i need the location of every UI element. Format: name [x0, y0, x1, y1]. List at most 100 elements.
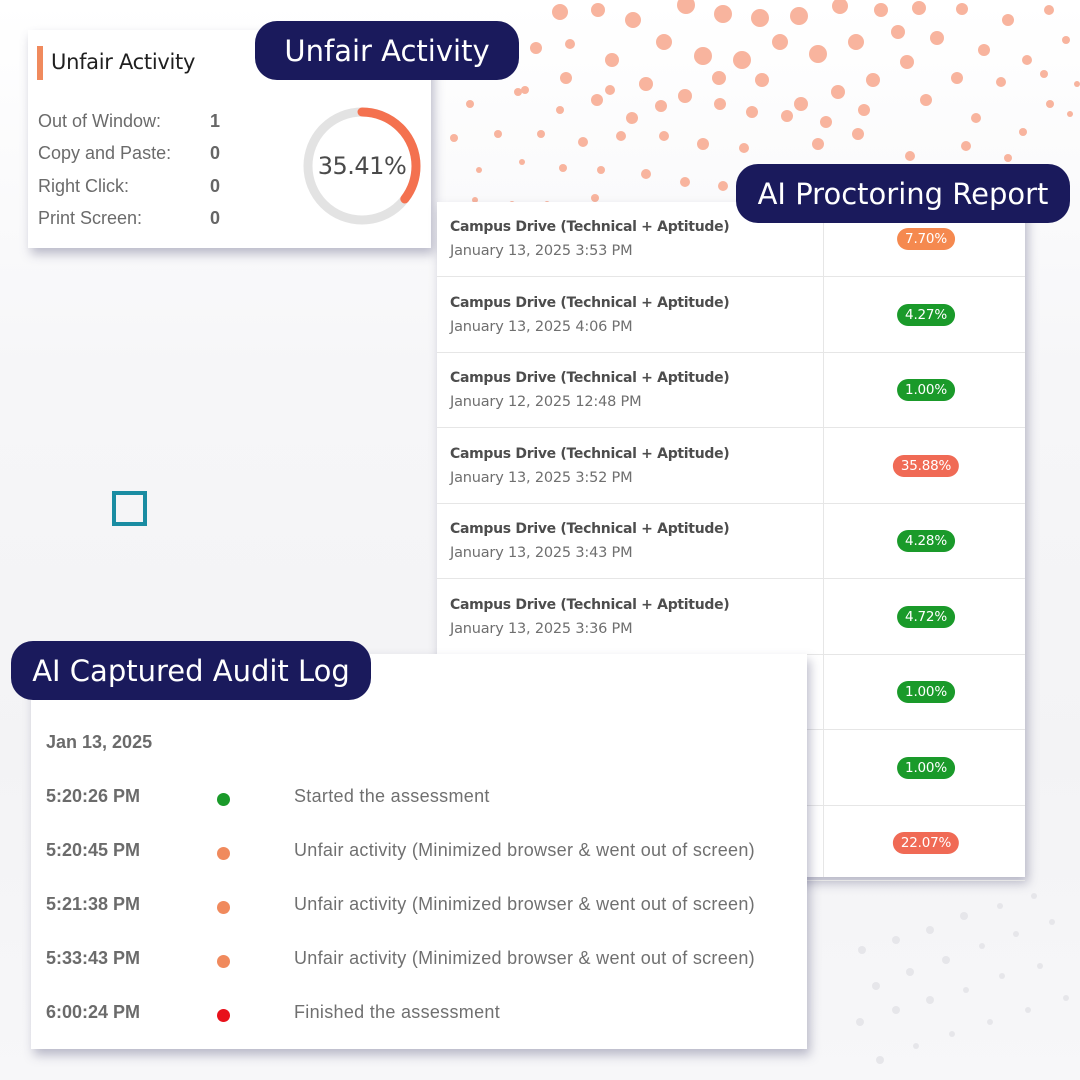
entry-time: 5:21:38 PM [46, 894, 141, 914]
entry-event: Finished the assessment [294, 1002, 500, 1022]
print-screen-row: Print Screen: 0 [38, 208, 220, 229]
decorative-dot [559, 164, 567, 172]
decorative-dot [1022, 55, 1032, 65]
audit-log-entry: 6:00:24 PM Finished the assessment [31, 1002, 807, 1028]
decorative-dot [655, 100, 667, 112]
decorative-dot [996, 77, 1006, 87]
decorative-dot [1025, 1007, 1031, 1013]
decorative-dot [876, 1056, 884, 1064]
entry-event: Started the assessment [294, 786, 490, 806]
decorative-dot [514, 88, 522, 96]
decorative-dot [1049, 919, 1055, 925]
decorative-dot [906, 968, 914, 976]
decorative-dot [999, 973, 1005, 979]
score-badge: 1.00% [897, 681, 955, 703]
unfair-activity-pill: Unfair Activity [255, 21, 519, 80]
decorative-dot [1062, 36, 1070, 44]
decorative-dot [560, 72, 572, 84]
decorative-dot [694, 47, 712, 65]
decorative-dot [659, 131, 669, 141]
decorative-dot [971, 113, 981, 123]
decorative-dot [978, 44, 990, 56]
decorative-dot [979, 943, 985, 949]
out-of-window-row: Out of Window: 1 [38, 111, 220, 132]
decorative-dot [1002, 14, 1014, 26]
audit-log-panel: Jan 13, 2025 5:20:26 PM Started the asses… [31, 654, 807, 1049]
score-badge: 1.00% [897, 756, 955, 779]
entry-event: Unfair activity (Minimized browser & wen… [294, 840, 755, 860]
entry-event: Unfair activity (Minimized browser & wen… [294, 948, 755, 968]
entry-event: Unfair activity (Minimized browser & wen… [294, 894, 755, 914]
decorative-dot [641, 169, 651, 179]
right-click-value: 0 [210, 176, 221, 196]
decorative-dot [565, 39, 575, 49]
decorative-dot [697, 138, 709, 150]
assessment-date: January 13, 2025 3:36 PM [450, 620, 633, 637]
report-row[interactable]: Campus Drive (Technical + Aptitude) Janua… [437, 579, 1025, 655]
decorative-dot [912, 1, 926, 15]
decorative-dot [556, 106, 564, 114]
decorative-dot [714, 5, 732, 23]
decorative-dot [1037, 963, 1043, 969]
audit-log-date: Jan 13, 2025 [46, 732, 153, 752]
decorative-dot [678, 89, 692, 103]
decorative-dot [751, 9, 769, 27]
decorative-dot [616, 131, 626, 141]
decorative-dot [812, 138, 824, 150]
decorative-dot [591, 3, 605, 17]
audit-log-entry: 5:20:26 PM Started the assessment [31, 786, 807, 812]
print-screen-value: 0 [210, 208, 221, 228]
decorative-dot [809, 45, 827, 63]
entry-time: 5:20:45 PM [46, 840, 141, 860]
decorative-dot [963, 987, 969, 993]
decorative-dot [1031, 893, 1037, 899]
score-badge: 1.00% [897, 379, 955, 401]
decorative-dot [625, 12, 641, 28]
score-badge: 4.28% [897, 530, 955, 552]
decorative-dot [656, 34, 672, 50]
decorative-dot [466, 100, 474, 108]
decorative-dot [626, 112, 638, 124]
decorative-dot [874, 3, 888, 17]
decorative-dot [591, 94, 603, 106]
assessment-date: January 13, 2025 3:52 PM [450, 469, 633, 486]
decorative-dot [1063, 995, 1069, 1001]
decorative-dot [949, 1031, 955, 1037]
decorative-dot [872, 982, 880, 990]
copy-paste-label: Copy and Paste: [38, 143, 172, 163]
decorative-dot [739, 143, 749, 153]
status-dot-icon [217, 793, 230, 806]
score-badge: 35.88% [892, 454, 960, 477]
decorative-dot [519, 159, 525, 165]
unfair-activity-heading: Unfair Activity [37, 46, 195, 80]
decorative-dot [891, 25, 905, 39]
decorative-square [112, 491, 147, 526]
decorative-dot [930, 31, 944, 45]
report-row[interactable]: Campus Drive (Technical + Aptitude) Janua… [437, 428, 1025, 504]
decorative-dot [772, 34, 788, 50]
decorative-dot [913, 1043, 919, 1049]
decorative-dot [605, 53, 619, 67]
decorative-dot [892, 936, 900, 944]
report-row[interactable]: Campus Drive (Technical + Aptitude) Janua… [437, 352, 1025, 428]
right-click-label: Right Click: [38, 176, 130, 196]
score-badge: 22.07% [892, 832, 960, 854]
decorative-dot [597, 166, 605, 174]
out-of-window-value: 1 [210, 111, 221, 131]
audit-log-entry: 5:21:38 PM Unfair activity (Minimized bro… [31, 894, 807, 920]
copy-paste-value: 0 [210, 143, 221, 163]
decorative-dot [858, 104, 870, 116]
report-row[interactable]: Campus Drive (Technical + Aptitude) Janua… [437, 503, 1025, 579]
decorative-dot [852, 128, 864, 140]
audit-log-pill: AI Captured Audit Log [11, 641, 371, 700]
decorative-dot [832, 0, 848, 14]
decorative-dot [848, 34, 864, 50]
decorative-dot [1046, 100, 1054, 108]
report-row[interactable]: Campus Drive (Technical + Aptitude) Janua… [437, 277, 1025, 353]
decorative-dot [900, 55, 914, 69]
assessment-name: Campus Drive (Technical + Aptitude) [450, 521, 730, 537]
assessment-date: January 12, 2025 12:48 PM [450, 394, 642, 410]
decorative-dot [926, 926, 934, 934]
assessment-name: Campus Drive (Technical + Aptitude) [450, 445, 730, 462]
decorative-dot [794, 97, 808, 111]
